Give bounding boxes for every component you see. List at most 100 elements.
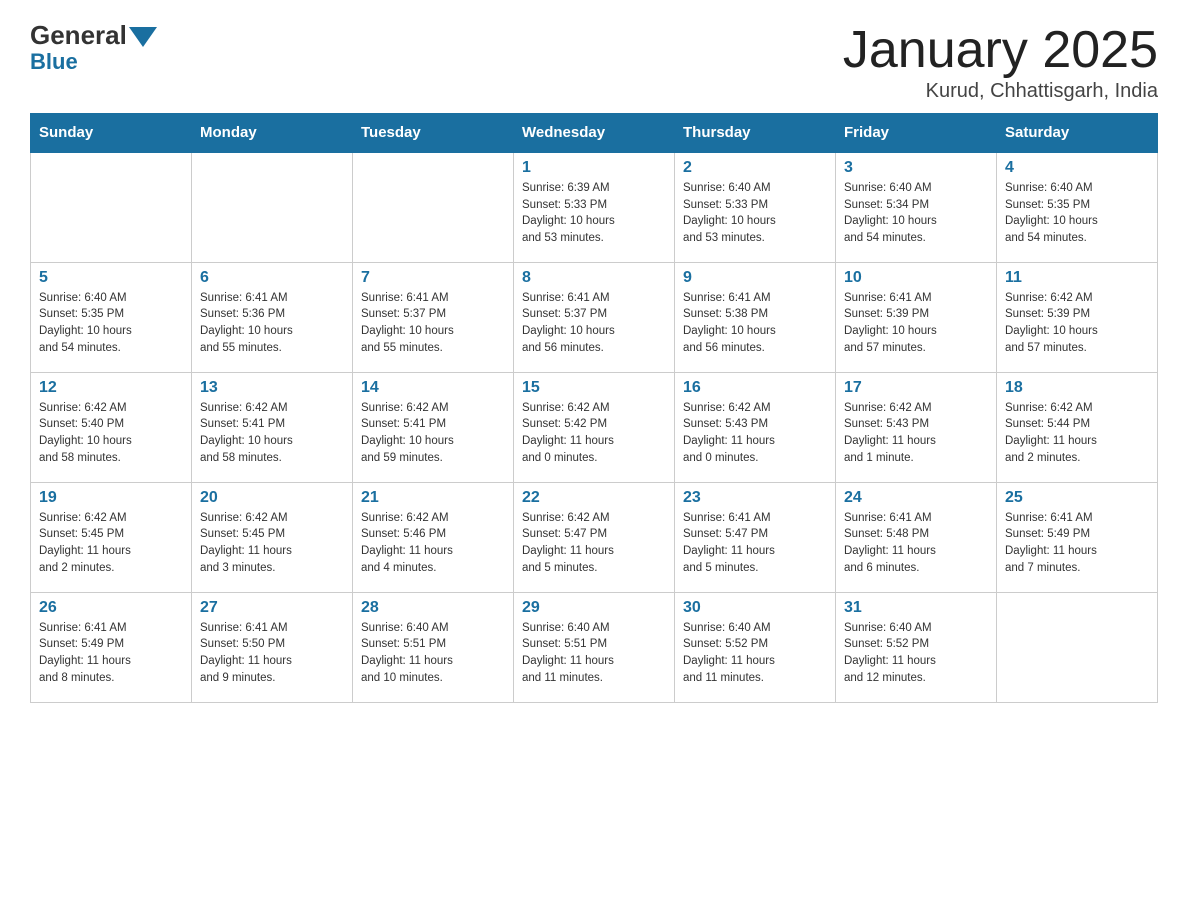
day-info: Sunrise: 6:42 AM Sunset: 5:39 PM Dayligh… (1005, 290, 1149, 357)
calendar-cell: 10 Sunrise: 6:41 AM Sunset: 5:39 PM Dayli… (836, 262, 997, 372)
calendar-cell: 24 Sunrise: 6:41 AM Sunset: 5:48 PM Dayli… (836, 482, 997, 592)
weekday-header-row: SundayMondayTuesdayWednesdayThursdayFrid… (31, 114, 1158, 153)
day-info: Sunrise: 6:42 AM Sunset: 5:45 PM Dayligh… (200, 510, 344, 577)
day-info: Sunrise: 6:41 AM Sunset: 5:50 PM Dayligh… (200, 620, 344, 687)
day-number: 26 (39, 599, 183, 617)
day-number: 3 (844, 159, 988, 177)
day-number: 20 (200, 489, 344, 507)
day-number: 13 (200, 379, 344, 397)
calendar-week-row: 12Sunrise: 6:42 AM Sunset: 5:40 PM Dayli… (31, 372, 1158, 482)
calendar-cell: 25 Sunrise: 6:41 AM Sunset: 5:49 PM Dayli… (997, 482, 1158, 592)
day-info: Sunrise: 6:42 AM Sunset: 5:42 PM Dayligh… (522, 400, 666, 467)
day-number: 30 (683, 599, 827, 617)
day-info: Sunrise: 6:41 AM Sunset: 5:47 PM Dayligh… (683, 510, 827, 577)
calendar-cell: 26 Sunrise: 6:41 AM Sunset: 5:49 PM Dayli… (31, 592, 192, 702)
calendar-cell (192, 152, 353, 262)
day-info: Sunrise: 6:41 AM Sunset: 5:48 PM Dayligh… (844, 510, 988, 577)
calendar-cell (997, 592, 1158, 702)
calendar-cell: 18 Sunrise: 6:42 AM Sunset: 5:44 PM Dayli… (997, 372, 1158, 482)
day-info: Sunrise: 6:40 AM Sunset: 5:52 PM Dayligh… (844, 620, 988, 687)
day-number: 15 (522, 379, 666, 397)
weekday-header-wednesday: Wednesday (514, 114, 675, 153)
day-number: 29 (522, 599, 666, 617)
calendar-cell: 28 Sunrise: 6:40 AM Sunset: 5:51 PM Dayli… (353, 592, 514, 702)
calendar-cell: 2Sunrise: 6:40 AM Sunset: 5:33 PM Daylig… (675, 152, 836, 262)
day-number: 6 (200, 269, 344, 287)
day-info: Sunrise: 6:40 AM Sunset: 5:51 PM Dayligh… (361, 620, 505, 687)
calendar-cell: 30 Sunrise: 6:40 AM Sunset: 5:52 PM Dayli… (675, 592, 836, 702)
calendar-cell (353, 152, 514, 262)
weekday-header-saturday: Saturday (997, 114, 1158, 153)
calendar-cell (31, 152, 192, 262)
day-number: 7 (361, 269, 505, 287)
calendar-cell: 22 Sunrise: 6:42 AM Sunset: 5:47 PM Dayli… (514, 482, 675, 592)
weekday-header-monday: Monday (192, 114, 353, 153)
day-info: Sunrise: 6:41 AM Sunset: 5:39 PM Dayligh… (844, 290, 988, 357)
day-info: Sunrise: 6:41 AM Sunset: 5:49 PM Dayligh… (39, 620, 183, 687)
day-info: Sunrise: 6:41 AM Sunset: 5:49 PM Dayligh… (1005, 510, 1149, 577)
weekday-header-friday: Friday (836, 114, 997, 153)
day-number: 31 (844, 599, 988, 617)
calendar-cell: 27 Sunrise: 6:41 AM Sunset: 5:50 PM Dayli… (192, 592, 353, 702)
day-number: 18 (1005, 379, 1149, 397)
day-number: 8 (522, 269, 666, 287)
calendar-week-row: 19 Sunrise: 6:42 AM Sunset: 5:45 PM Dayli… (31, 482, 1158, 592)
day-number: 14 (361, 379, 505, 397)
calendar-cell: 4Sunrise: 6:40 AM Sunset: 5:35 PM Daylig… (997, 152, 1158, 262)
day-info: Sunrise: 6:42 AM Sunset: 5:41 PM Dayligh… (361, 400, 505, 467)
calendar-cell: 15 Sunrise: 6:42 AM Sunset: 5:42 PM Dayli… (514, 372, 675, 482)
calendar-cell: 29 Sunrise: 6:40 AM Sunset: 5:51 PM Dayli… (514, 592, 675, 702)
day-number: 4 (1005, 159, 1149, 177)
day-info: Sunrise: 6:40 AM Sunset: 5:52 PM Dayligh… (683, 620, 827, 687)
calendar-cell: 11 Sunrise: 6:42 AM Sunset: 5:39 PM Dayli… (997, 262, 1158, 372)
day-info: Sunrise: 6:39 AM Sunset: 5:33 PM Dayligh… (522, 180, 666, 247)
calendar-cell: 3Sunrise: 6:40 AM Sunset: 5:34 PM Daylig… (836, 152, 997, 262)
page-header: General Blue January 2025 Kurud, Chhatti… (30, 20, 1158, 103)
calendar-cell: 13 Sunrise: 6:42 AM Sunset: 5:41 PM Dayli… (192, 372, 353, 482)
day-info: Sunrise: 6:42 AM Sunset: 5:43 PM Dayligh… (844, 400, 988, 467)
logo-general-word: General (30, 20, 127, 51)
weekday-header-tuesday: Tuesday (353, 114, 514, 153)
day-number: 2 (683, 159, 827, 177)
calendar-cell: 21Sunrise: 6:42 AM Sunset: 5:46 PM Dayli… (353, 482, 514, 592)
day-info: Sunrise: 6:40 AM Sunset: 5:51 PM Dayligh… (522, 620, 666, 687)
calendar-table: SundayMondayTuesdayWednesdayThursdayFrid… (30, 113, 1158, 703)
day-info: Sunrise: 6:42 AM Sunset: 5:41 PM Dayligh… (200, 400, 344, 467)
calendar-week-row: 5 Sunrise: 6:40 AM Sunset: 5:35 PM Daylig… (31, 262, 1158, 372)
day-number: 10 (844, 269, 988, 287)
calendar-cell: 7 Sunrise: 6:41 AM Sunset: 5:37 PM Daylig… (353, 262, 514, 372)
day-number: 17 (844, 379, 988, 397)
day-info: Sunrise: 6:42 AM Sunset: 5:47 PM Dayligh… (522, 510, 666, 577)
day-info: Sunrise: 6:41 AM Sunset: 5:38 PM Dayligh… (683, 290, 827, 357)
calendar-week-row: 1 Sunrise: 6:39 AM Sunset: 5:33 PM Daylig… (31, 152, 1158, 262)
calendar-cell: 19Sunrise: 6:42 AM Sunset: 5:45 PM Dayli… (31, 482, 192, 592)
day-number: 22 (522, 489, 666, 507)
day-number: 1 (522, 159, 666, 177)
calendar-cell: 12Sunrise: 6:42 AM Sunset: 5:40 PM Dayli… (31, 372, 192, 482)
calendar-cell: 8Sunrise: 6:41 AM Sunset: 5:37 PM Daylig… (514, 262, 675, 372)
logo-blue-text: Blue (30, 49, 78, 75)
day-info: Sunrise: 6:42 AM Sunset: 5:40 PM Dayligh… (39, 400, 183, 467)
day-number: 27 (200, 599, 344, 617)
calendar-cell: 17 Sunrise: 6:42 AM Sunset: 5:43 PM Dayli… (836, 372, 997, 482)
day-info: Sunrise: 6:42 AM Sunset: 5:43 PM Dayligh… (683, 400, 827, 467)
logo-triangle-icon (129, 27, 157, 47)
calendar-cell: 6Sunrise: 6:41 AM Sunset: 5:36 PM Daylig… (192, 262, 353, 372)
day-number: 28 (361, 599, 505, 617)
day-info: Sunrise: 6:42 AM Sunset: 5:44 PM Dayligh… (1005, 400, 1149, 467)
day-number: 25 (1005, 489, 1149, 507)
day-number: 19 (39, 489, 183, 507)
title-block: January 2025 Kurud, Chhattisgarh, India (843, 20, 1158, 103)
day-number: 5 (39, 269, 183, 287)
calendar-cell: 16 Sunrise: 6:42 AM Sunset: 5:43 PM Dayli… (675, 372, 836, 482)
calendar-cell: 14 Sunrise: 6:42 AM Sunset: 5:41 PM Dayli… (353, 372, 514, 482)
day-number: 11 (1005, 269, 1149, 287)
calendar-cell: 1 Sunrise: 6:39 AM Sunset: 5:33 PM Daylig… (514, 152, 675, 262)
day-info: Sunrise: 6:41 AM Sunset: 5:37 PM Dayligh… (361, 290, 505, 357)
weekday-header-thursday: Thursday (675, 114, 836, 153)
day-info: Sunrise: 6:40 AM Sunset: 5:35 PM Dayligh… (39, 290, 183, 357)
calendar-cell: 31 Sunrise: 6:40 AM Sunset: 5:52 PM Dayli… (836, 592, 997, 702)
day-number: 16 (683, 379, 827, 397)
day-number: 24 (844, 489, 988, 507)
day-number: 21 (361, 489, 505, 507)
